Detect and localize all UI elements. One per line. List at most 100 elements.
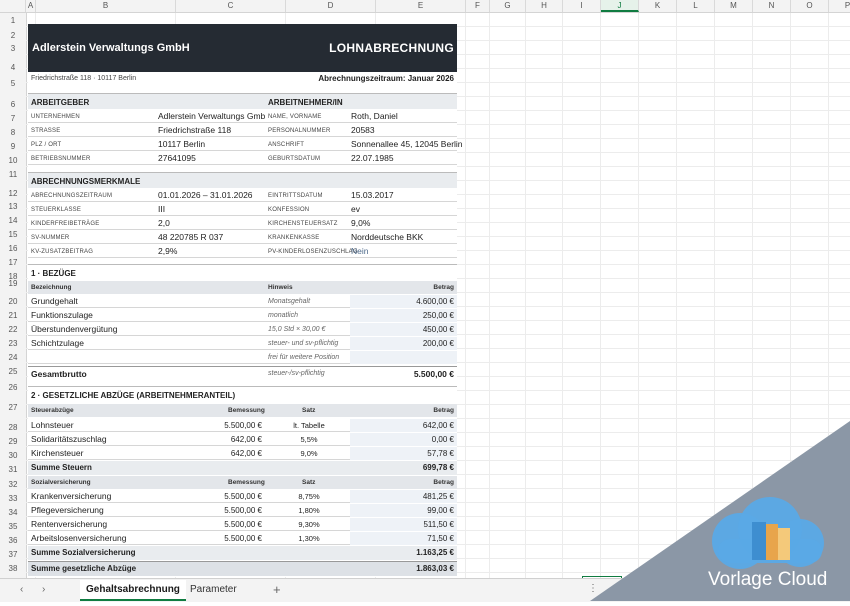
tax-base[interactable]: 642,00 € bbox=[156, 435, 262, 444]
tab-scroll-left-icon[interactable]: ‹ bbox=[20, 584, 23, 595]
column-header-i[interactable]: I bbox=[563, 0, 601, 12]
earnings-amount[interactable]: 4.600,00 € bbox=[416, 297, 454, 306]
feature-value[interactable]: ev bbox=[351, 204, 360, 214]
sv-amount[interactable]: 71,50 € bbox=[427, 534, 454, 543]
sv-desc[interactable]: Arbeitslosenversicherung bbox=[31, 533, 126, 543]
feature-value[interactable]: 48 220785 R 037 bbox=[158, 232, 223, 242]
row-header-10[interactable]: 10 bbox=[0, 156, 26, 165]
tax-amount[interactable]: 0,00 € bbox=[432, 435, 454, 444]
tax-rate[interactable]: 5,5% bbox=[268, 435, 350, 444]
row-header-38[interactable]: 38 bbox=[0, 564, 26, 573]
sv-base[interactable]: 5.500,00 € bbox=[156, 506, 262, 515]
column-header-a[interactable]: A bbox=[26, 0, 36, 12]
column-header-j[interactable]: J bbox=[601, 0, 639, 12]
column-header-k[interactable]: K bbox=[639, 0, 677, 12]
sv-rate[interactable]: 9,30% bbox=[268, 520, 350, 529]
row-header-6[interactable]: 6 bbox=[0, 100, 26, 109]
earnings-desc[interactable]: Grundgehalt bbox=[31, 296, 78, 306]
earnings-desc[interactable]: Überstundenvergütung bbox=[31, 324, 117, 334]
column-header-o[interactable]: O bbox=[791, 0, 829, 12]
row-header-28[interactable]: 28 bbox=[0, 423, 26, 432]
row-header-19[interactable]: 19 bbox=[0, 279, 26, 288]
employee-field-value[interactable]: 22.07.1985 bbox=[351, 153, 394, 163]
tab-parameter[interactable]: Parameter bbox=[184, 580, 243, 599]
tax-amount[interactable]: 57,78 € bbox=[427, 449, 454, 458]
column-header-f[interactable]: F bbox=[466, 0, 490, 12]
add-sheet-button[interactable]: + bbox=[273, 582, 281, 597]
tab-gehaltsabrechnung[interactable]: Gehaltsabrechnung bbox=[80, 580, 186, 601]
tax-desc[interactable]: Solidaritätszuschlag bbox=[31, 434, 107, 444]
tax-rate[interactable]: lt. Tabelle bbox=[268, 421, 350, 430]
earnings-amount[interactable]: 200,00 € bbox=[423, 339, 454, 348]
row-header-35[interactable]: 35 bbox=[0, 522, 26, 531]
earnings-desc[interactable]: Schichtzulage bbox=[31, 338, 84, 348]
tax-desc[interactable]: Kirchensteuer bbox=[31, 448, 83, 458]
row-header-8[interactable]: 8 bbox=[0, 128, 26, 137]
row-header-31[interactable]: 31 bbox=[0, 465, 26, 474]
earnings-desc[interactable]: Funktionszulage bbox=[31, 310, 93, 320]
feature-value[interactable]: 2,9% bbox=[158, 246, 177, 256]
row-header-30[interactable]: 30 bbox=[0, 451, 26, 460]
row-header-25[interactable]: 25 bbox=[0, 367, 26, 376]
sv-base[interactable]: 5.500,00 € bbox=[156, 534, 262, 543]
sv-base[interactable]: 5.500,00 € bbox=[156, 520, 262, 529]
feature-value[interactable]: Norddeutsche BKK bbox=[351, 232, 423, 242]
row-header-13[interactable]: 13 bbox=[0, 202, 26, 211]
sv-desc[interactable]: Pflegeversicherung bbox=[31, 505, 104, 515]
column-header-n[interactable]: N bbox=[753, 0, 791, 12]
row-header-22[interactable]: 22 bbox=[0, 325, 26, 334]
sv-desc[interactable]: Krankenversicherung bbox=[31, 491, 111, 501]
earnings-amount[interactable]: 450,00 € bbox=[423, 325, 454, 334]
feature-value[interactable]: Nein bbox=[351, 246, 368, 256]
row-header-32[interactable]: 32 bbox=[0, 480, 26, 489]
feature-value[interactable]: 01.01.2026 – 31.01.2026 bbox=[158, 190, 253, 200]
employer-field-value[interactable]: 10117 Berlin bbox=[158, 139, 205, 149]
feature-value[interactable]: 15.03.2017 bbox=[351, 190, 394, 200]
row-header-17[interactable]: 17 bbox=[0, 258, 26, 267]
row-header-20[interactable]: 20 bbox=[0, 297, 26, 306]
column-header-p[interactable]: P bbox=[829, 0, 850, 12]
feature-value[interactable]: 2,0 bbox=[158, 218, 170, 228]
row-header-33[interactable]: 33 bbox=[0, 494, 26, 503]
sv-amount[interactable]: 99,00 € bbox=[427, 506, 454, 515]
row-header-14[interactable]: 14 bbox=[0, 216, 26, 225]
row-header-12[interactable]: 12 bbox=[0, 189, 26, 198]
tab-scroll-right-icon[interactable]: › bbox=[42, 584, 45, 595]
row-header-2[interactable]: 2 bbox=[0, 31, 26, 40]
row-header-16[interactable]: 16 bbox=[0, 244, 26, 253]
column-header-l[interactable]: L bbox=[677, 0, 715, 12]
sv-rate[interactable]: 1,30% bbox=[268, 534, 350, 543]
select-all-corner[interactable] bbox=[0, 0, 26, 12]
row-header-21[interactable]: 21 bbox=[0, 311, 26, 320]
tax-base[interactable]: 642,00 € bbox=[156, 449, 262, 458]
tax-rate[interactable]: 9,0% bbox=[268, 449, 350, 458]
column-header-e[interactable]: E bbox=[376, 0, 466, 12]
feature-value[interactable]: 9,0% bbox=[351, 218, 370, 228]
row-header-7[interactable]: 7 bbox=[0, 114, 26, 123]
column-header-g[interactable]: G bbox=[490, 0, 526, 12]
row-header-27[interactable]: 27 bbox=[0, 403, 26, 412]
row-header-23[interactable]: 23 bbox=[0, 339, 26, 348]
row-header-4[interactable]: 4 bbox=[0, 63, 26, 72]
employee-field-value[interactable]: 20583 bbox=[351, 125, 375, 135]
row-header-29[interactable]: 29 bbox=[0, 437, 26, 446]
column-header-b[interactable]: B bbox=[36, 0, 176, 12]
sv-amount[interactable]: 511,50 € bbox=[423, 520, 454, 529]
row-header-3[interactable]: 3 bbox=[0, 44, 26, 53]
row-header-1[interactable]: 1 bbox=[0, 16, 26, 25]
row-header-15[interactable]: 15 bbox=[0, 230, 26, 239]
row-header-26[interactable]: 26 bbox=[0, 383, 26, 392]
row-header-5[interactable]: 5 bbox=[0, 79, 26, 88]
feature-value[interactable]: III bbox=[158, 204, 165, 214]
employer-field-value[interactable]: Adlerstein Verwaltungs Gmb bbox=[158, 111, 265, 121]
row-header-34[interactable]: 34 bbox=[0, 508, 26, 517]
employee-field-value[interactable]: Sonnenallee 45, 12045 Berlin bbox=[351, 139, 463, 149]
sv-rate[interactable]: 1,80% bbox=[268, 506, 350, 515]
column-header-c[interactable]: C bbox=[176, 0, 286, 12]
row-header-36[interactable]: 36 bbox=[0, 536, 26, 545]
employee-field-value[interactable]: Roth, Daniel bbox=[351, 111, 398, 121]
sv-base[interactable]: 5.500,00 € bbox=[156, 492, 262, 501]
tax-desc[interactable]: Lohnsteuer bbox=[31, 420, 74, 430]
row-header-11[interactable]: 11 bbox=[0, 170, 26, 179]
employer-field-value[interactable]: Friedrichstraße 118 bbox=[158, 125, 231, 135]
